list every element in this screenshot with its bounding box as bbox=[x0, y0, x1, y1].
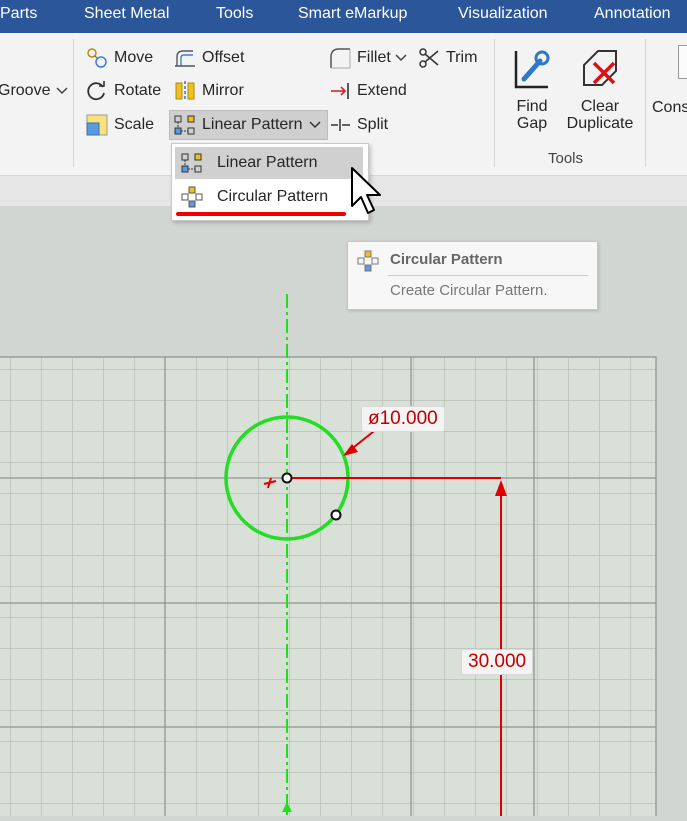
ribbon-separator bbox=[494, 39, 495, 167]
mouse-cursor-icon bbox=[351, 167, 381, 214]
find-gap-icon bbox=[514, 50, 550, 89]
circular-pattern-icon bbox=[181, 186, 203, 208]
center-point[interactable] bbox=[281, 472, 293, 484]
grid-lines bbox=[0, 357, 656, 816]
tooltip-divider bbox=[388, 275, 588, 276]
chevron-down-icon bbox=[56, 87, 68, 95]
red-underline-annotation bbox=[176, 212, 346, 216]
find-gap-label-line2: Gap bbox=[516, 115, 548, 132]
circle-point[interactable] bbox=[330, 509, 342, 521]
clear-duplicate-icon bbox=[583, 50, 617, 86]
menu-smart-emarkup[interactable]: Smart eMarkup bbox=[298, 5, 407, 23]
ribbon-separator bbox=[645, 39, 646, 167]
fillet-label: Fillet bbox=[357, 49, 391, 66]
linear-pattern-button[interactable]: Linear Pattern bbox=[169, 110, 328, 140]
groove-label: Groove bbox=[0, 82, 51, 99]
find-gap-label-line1: Find bbox=[516, 98, 548, 115]
chevron-down-icon bbox=[395, 54, 407, 62]
linear-pattern-icon bbox=[181, 152, 203, 174]
diameter-dimension-label[interactable]: ø10.000 bbox=[361, 406, 445, 432]
linear-pattern-label: Linear Pattern bbox=[202, 116, 303, 133]
scale-button[interactable]: Scale bbox=[86, 112, 154, 138]
rotate-button[interactable]: Rotate bbox=[86, 78, 161, 104]
mirror-button[interactable]: Mirror bbox=[174, 78, 244, 104]
menu-parts[interactable]: Parts bbox=[0, 5, 37, 23]
menu-visualization[interactable]: Visualization bbox=[458, 5, 548, 23]
scissors-icon bbox=[418, 47, 440, 69]
clear-duplicate-label-line2: Duplicate bbox=[566, 115, 634, 132]
menu-sheet-metal[interactable]: Sheet Metal bbox=[84, 5, 169, 23]
extend-icon bbox=[329, 80, 351, 102]
clear-duplicate-label-line1: Clear bbox=[580, 98, 620, 115]
menu-annotation[interactable]: Annotation bbox=[594, 5, 671, 23]
chevron-down-icon bbox=[308, 121, 321, 129]
mirror-label: Mirror bbox=[202, 82, 244, 99]
extend-label: Extend bbox=[357, 82, 407, 99]
menu-tools[interactable]: Tools bbox=[216, 5, 253, 23]
tooltip-title: Circular Pattern bbox=[390, 251, 503, 268]
split-button[interactable]: Split bbox=[329, 112, 388, 138]
offset-label: Offset bbox=[202, 49, 245, 66]
rotate-icon bbox=[86, 80, 108, 102]
cons-icon bbox=[678, 45, 687, 79]
tools-group-label: Tools bbox=[548, 150, 584, 167]
dropdown-item-linear-pattern[interactable]: Linear Pattern bbox=[175, 147, 363, 179]
find-gap-button[interactable]: Find Gap bbox=[506, 45, 558, 132]
move-icon bbox=[86, 47, 108, 69]
fillet-button[interactable]: Fillet bbox=[329, 45, 407, 71]
cons-label[interactable]: Cons bbox=[652, 99, 687, 117]
trim-label: Trim bbox=[446, 49, 478, 66]
tooltip-description: Create Circular Pattern. bbox=[390, 282, 548, 299]
trim-button[interactable]: Trim bbox=[418, 45, 477, 71]
offset-button[interactable]: Offset bbox=[174, 45, 244, 71]
circular-pattern-icon bbox=[357, 250, 379, 277]
move-button[interactable]: Move bbox=[86, 45, 153, 71]
ribbon-separator bbox=[73, 39, 74, 167]
dropdown-item-label: Linear Pattern bbox=[217, 154, 318, 171]
scale-icon bbox=[86, 114, 108, 136]
mirror-icon bbox=[174, 80, 196, 102]
clear-duplicate-button[interactable]: Clear Duplicate bbox=[562, 45, 638, 132]
menu-bar: Parts Sheet Metal Tools Smart eMarkup Vi… bbox=[0, 0, 687, 33]
tooltip: Circular Pattern Create Circular Pattern… bbox=[347, 241, 598, 310]
split-icon bbox=[329, 114, 351, 136]
split-label: Split bbox=[357, 116, 389, 133]
offset-icon bbox=[174, 47, 196, 69]
fillet-icon bbox=[329, 47, 351, 69]
groove-button[interactable]: Groove bbox=[0, 78, 68, 104]
pattern-dropdown-menu: Linear Pattern Circular Pattern bbox=[171, 143, 369, 221]
linear-pattern-icon bbox=[174, 114, 196, 136]
dropdown-item-label: Circular Pattern bbox=[217, 188, 329, 205]
scale-label: Scale bbox=[114, 116, 155, 133]
move-label: Move bbox=[114, 49, 154, 66]
rotate-label: Rotate bbox=[114, 82, 162, 99]
distance-dimension-label[interactable]: 30.000 bbox=[461, 649, 534, 675]
dropdown-item-circular-pattern[interactable]: Circular Pattern bbox=[175, 181, 363, 213]
extend-button[interactable]: Extend bbox=[329, 78, 407, 104]
